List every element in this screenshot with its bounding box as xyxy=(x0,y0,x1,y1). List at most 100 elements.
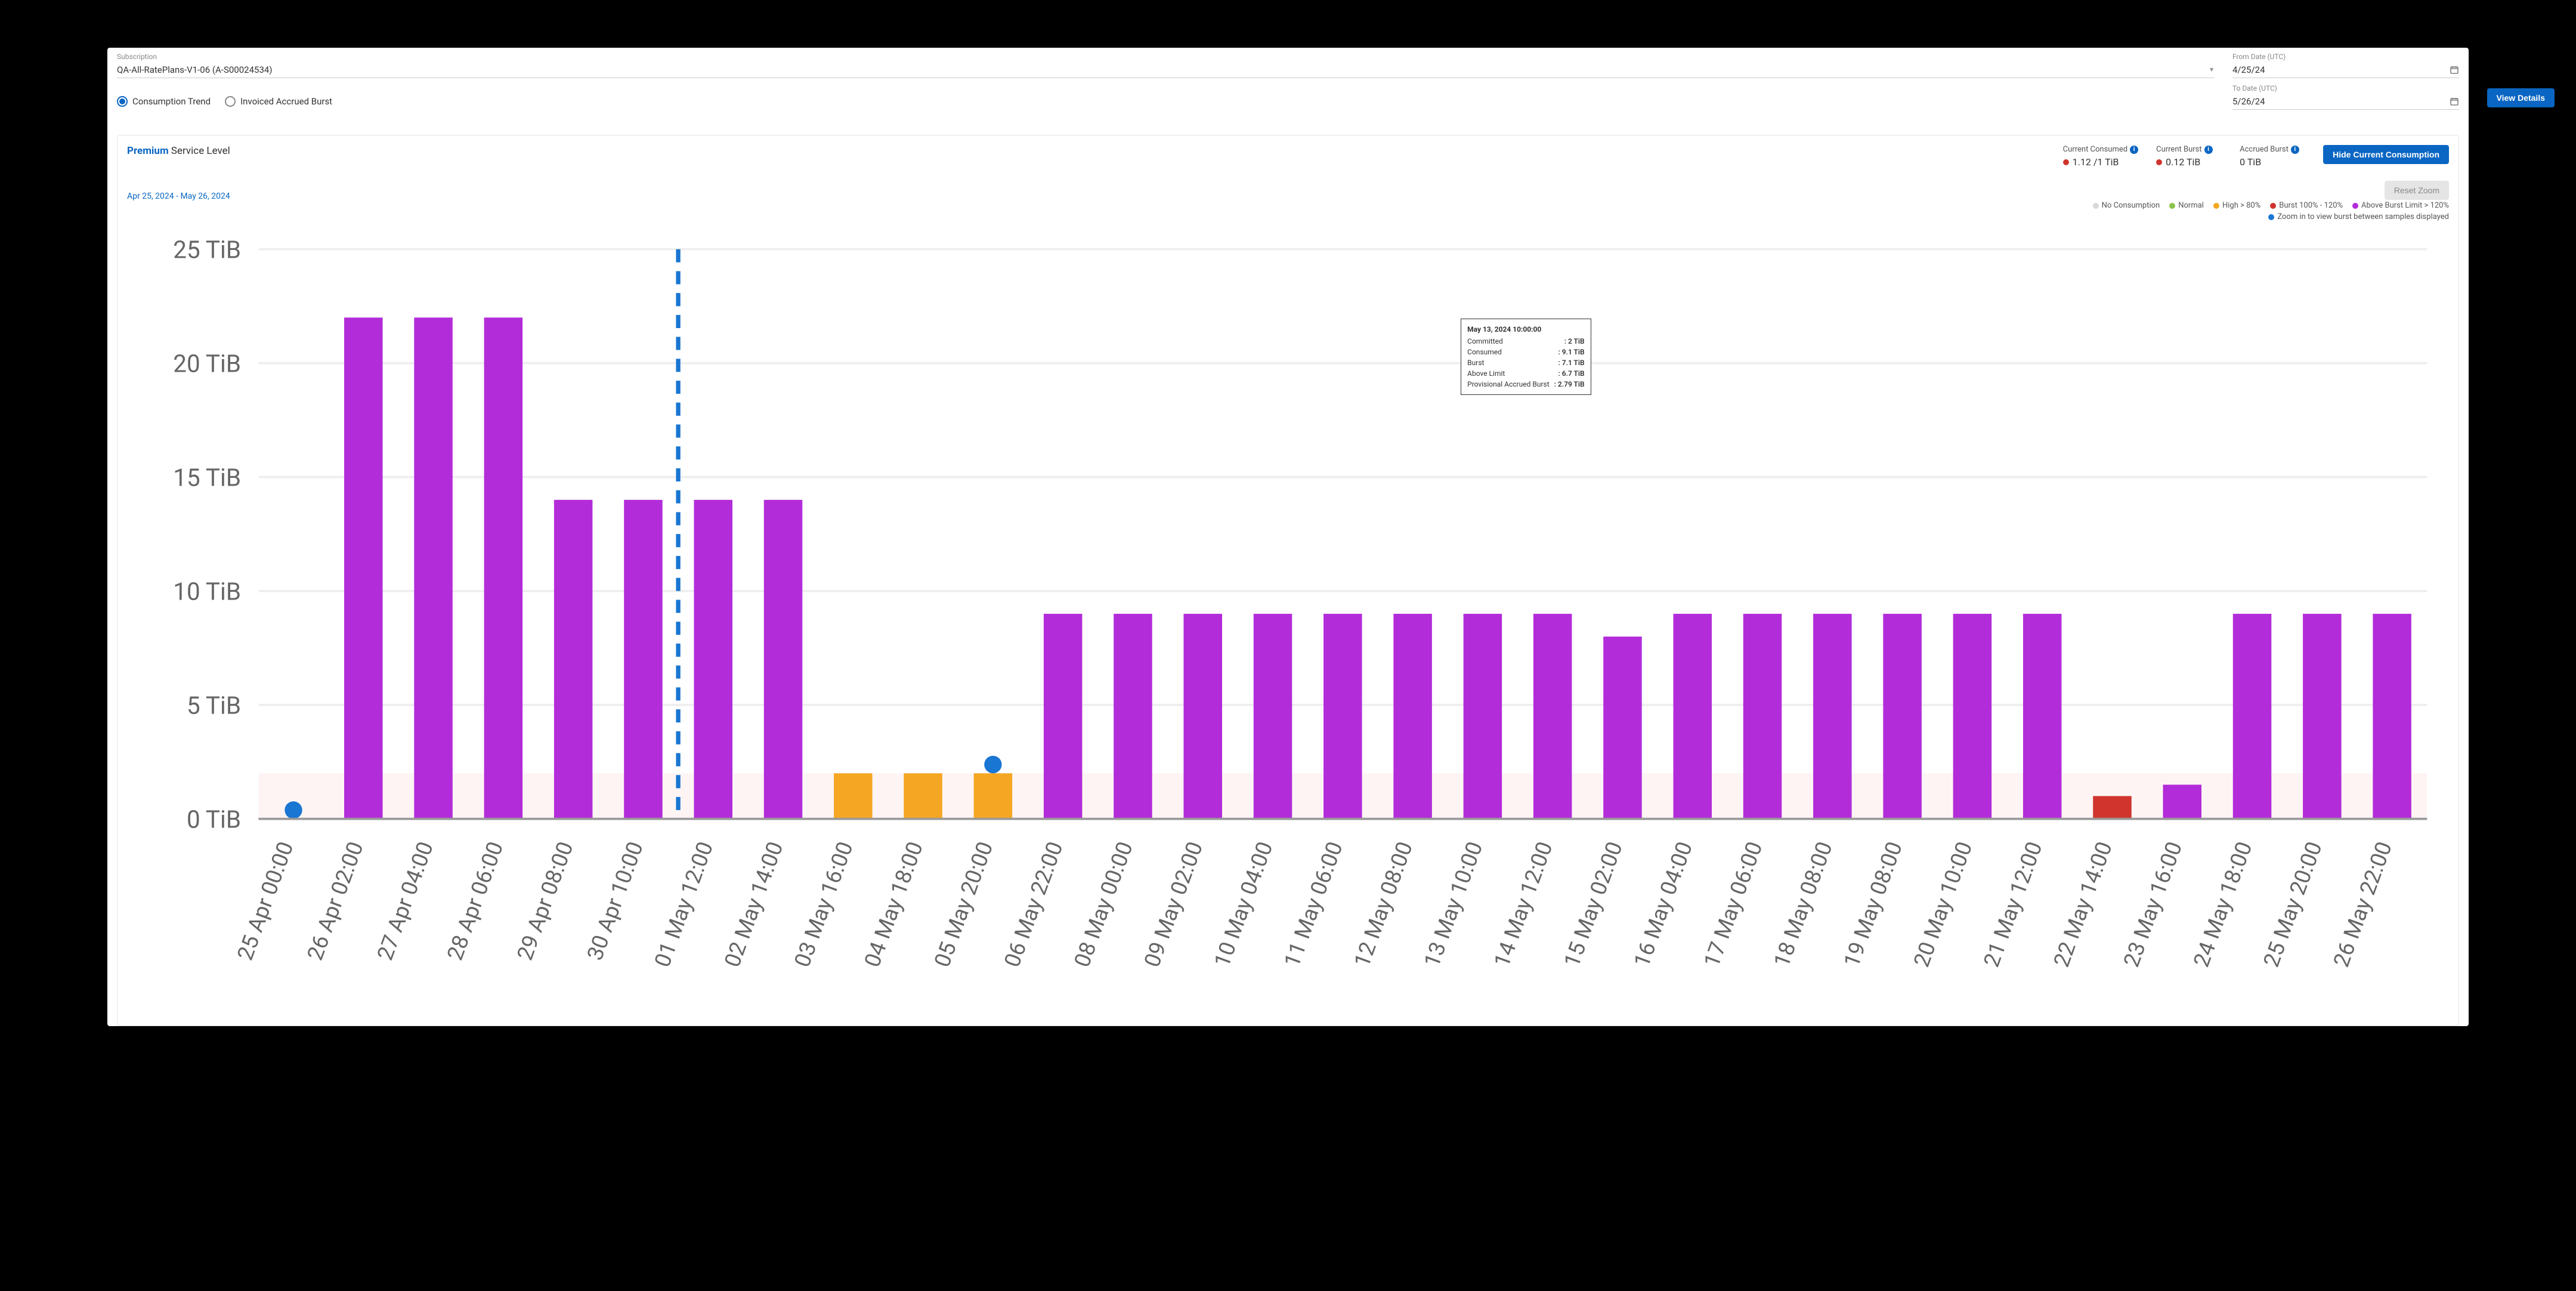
svg-text:25 May 20:00: 25 May 20:00 xyxy=(2258,838,2327,970)
legend-high: High > 80% xyxy=(2222,201,2260,210)
from-date-input[interactable]: 4/25/24 xyxy=(2232,62,2459,78)
chart-bar[interactable] xyxy=(834,773,873,819)
chart-bar[interactable] xyxy=(554,500,593,819)
svg-text:26 May 22:00: 26 May 22:00 xyxy=(2328,838,2397,970)
svg-text:24 May 18:00: 24 May 18:00 xyxy=(2188,838,2258,970)
current-consumed-value: 1.12 /1 TiB xyxy=(2073,156,2119,168)
svg-text:28 Apr 06:00: 28 Apr 06:00 xyxy=(442,838,509,963)
svg-text:5 TiB: 5 TiB xyxy=(187,691,241,719)
svg-text:15 May 02:00: 15 May 02:00 xyxy=(1558,838,1628,970)
bar-chart[interactable]: 0 TiB5 TiB10 TiB15 TiB20 TiB25 TiB25 Apr… xyxy=(127,227,2449,1016)
chart-bar[interactable] xyxy=(2303,614,2342,819)
reset-zoom-button[interactable]: Reset Zoom xyxy=(2385,181,2449,200)
info-icon[interactable]: i xyxy=(2130,146,2138,154)
chart-bar[interactable] xyxy=(2093,796,2132,819)
info-icon[interactable]: i xyxy=(2204,146,2213,154)
chart-bar[interactable] xyxy=(1673,614,1712,819)
from-date-value: 4/25/24 xyxy=(2232,64,2265,75)
radio-selected-icon xyxy=(117,96,128,107)
accrued-burst-value: 0 TiB xyxy=(2240,156,2261,168)
chart-bar[interactable] xyxy=(1953,614,1992,819)
svg-text:12 May 08:00: 12 May 08:00 xyxy=(1349,838,1418,970)
chart-bar[interactable] xyxy=(1603,637,1642,819)
svg-text:22 May 14:00: 22 May 14:00 xyxy=(2048,838,2117,970)
chart-tooltip: May 13, 2024 10:00:00Committed: 2 TiBCon… xyxy=(1461,319,1591,395)
chart-bar[interactable] xyxy=(624,500,663,819)
to-date-value: 5/26/24 xyxy=(2232,96,2265,107)
radio-consumption-trend[interactable]: Consumption Trend xyxy=(117,96,211,107)
chart-legend: No Consumption Normal High > 80% Burst 1… xyxy=(127,201,2449,221)
from-date-label: From Date (UTC) xyxy=(2232,52,2459,61)
svg-text:13 May 10:00: 13 May 10:00 xyxy=(1419,838,1488,970)
chart-bar[interactable] xyxy=(2373,614,2411,819)
svg-text:30 Apr 10:00: 30 Apr 10:00 xyxy=(582,838,648,963)
legend-dot-icon xyxy=(2270,203,2276,209)
chart-card: Premium Service Level Current Consumedi … xyxy=(117,135,2459,1026)
svg-text:0 TiB: 0 TiB xyxy=(187,805,241,833)
chart-bar[interactable] xyxy=(2163,785,2202,819)
view-details-button[interactable]: View Details xyxy=(2487,88,2555,107)
chart-bar[interactable] xyxy=(1813,614,1852,819)
chart-area[interactable]: 0 TiB5 TiB10 TiB15 TiB20 TiB25 TiB25 Apr… xyxy=(127,227,2449,1016)
subscription-label: Subscription xyxy=(117,52,2215,61)
legend-dot-icon xyxy=(2169,203,2175,209)
chart-bar[interactable] xyxy=(414,317,453,819)
subscription-value: QA-All-RatePlans-V1-06 (A-S00024534) xyxy=(117,64,273,75)
radio-unselected-icon xyxy=(225,96,236,107)
legend-dot-icon xyxy=(2213,203,2219,209)
chart-bar[interactable] xyxy=(1044,614,1083,819)
tooltip-row: Burst: 7.1 TiB xyxy=(1467,357,1585,368)
chart-bar[interactable] xyxy=(764,500,803,819)
chart-bar[interactable] xyxy=(1464,614,1502,819)
svg-text:21 May 12:00: 21 May 12:00 xyxy=(1978,838,2048,970)
to-date-input[interactable]: 5/26/24 xyxy=(2232,94,2459,110)
svg-text:18 May 08:00: 18 May 08:00 xyxy=(1768,838,1838,970)
service-level: Premium Service Level xyxy=(127,145,2045,157)
svg-text:14 May 12:00: 14 May 12:00 xyxy=(1489,838,1558,970)
chart-bar[interactable] xyxy=(2023,614,2062,819)
chart-bar[interactable] xyxy=(2233,614,2272,819)
zoom-dot-icon[interactable] xyxy=(984,756,1001,773)
svg-text:27 Apr 04:00: 27 Apr 04:00 xyxy=(372,838,439,963)
chart-bar[interactable] xyxy=(1254,614,1292,819)
svg-text:20 TiB: 20 TiB xyxy=(173,350,241,378)
svg-text:16 May 04:00: 16 May 04:00 xyxy=(1629,838,1698,970)
chart-bar[interactable] xyxy=(694,500,732,819)
legend-normal: Normal xyxy=(2178,201,2204,210)
chart-bar[interactable] xyxy=(484,317,523,819)
svg-text:17 May 06:00: 17 May 06:00 xyxy=(1699,838,1768,970)
info-icon[interactable]: i xyxy=(2291,146,2299,154)
chart-bar[interactable] xyxy=(904,773,942,819)
subscription-dropdown[interactable]: QA-All-RatePlans-V1-06 (A-S00024534) ▼ xyxy=(117,62,2215,78)
date-range: Apr 25, 2024 - May 26, 2024 xyxy=(127,192,230,201)
legend-burst: Burst 100% - 120% xyxy=(2279,201,2343,210)
chart-bar[interactable] xyxy=(1393,614,1432,819)
chart-bar[interactable] xyxy=(1323,614,1362,819)
chart-bar[interactable] xyxy=(344,317,383,819)
chart-bar[interactable] xyxy=(1743,614,1782,819)
svg-text:02 May 14:00: 02 May 14:00 xyxy=(719,838,788,970)
svg-text:25 Apr 00:00: 25 Apr 00:00 xyxy=(232,838,299,963)
hide-current-consumption-button[interactable]: Hide Current Consumption xyxy=(2323,145,2449,164)
radio-invoiced-label: Invoiced Accrued Burst xyxy=(240,96,332,107)
chart-bar[interactable] xyxy=(974,773,1013,819)
svg-text:08 May 00:00: 08 May 00:00 xyxy=(1069,838,1138,970)
svg-text:09 May 02:00: 09 May 02:00 xyxy=(1139,838,1208,970)
chart-bar[interactable] xyxy=(1183,614,1222,819)
svg-text:19 May 08:00: 19 May 08:00 xyxy=(1838,838,1907,970)
radio-consumption-label: Consumption Trend xyxy=(132,96,211,107)
current-burst-value: 0.12 TiB xyxy=(2166,156,2200,168)
zoom-dot-icon[interactable] xyxy=(284,801,302,819)
svg-text:25 TiB: 25 TiB xyxy=(173,236,241,264)
chart-bar[interactable] xyxy=(1114,614,1152,819)
current-burst-label: Current Burst xyxy=(2156,145,2202,154)
svg-text:01 May 12:00: 01 May 12:00 xyxy=(650,838,719,970)
chart-bar[interactable] xyxy=(1883,614,1922,819)
chart-bar[interactable] xyxy=(1533,614,1572,819)
svg-text:06 May 22:00: 06 May 22:00 xyxy=(999,838,1068,970)
radio-invoiced-accrued[interactable]: Invoiced Accrued Burst xyxy=(225,96,332,107)
service-tier: Premium xyxy=(127,145,169,157)
chevron-down-icon: ▼ xyxy=(2209,67,2215,73)
svg-text:23 May 16:00: 23 May 16:00 xyxy=(2119,838,2188,970)
legend-dot-icon xyxy=(2268,214,2274,220)
